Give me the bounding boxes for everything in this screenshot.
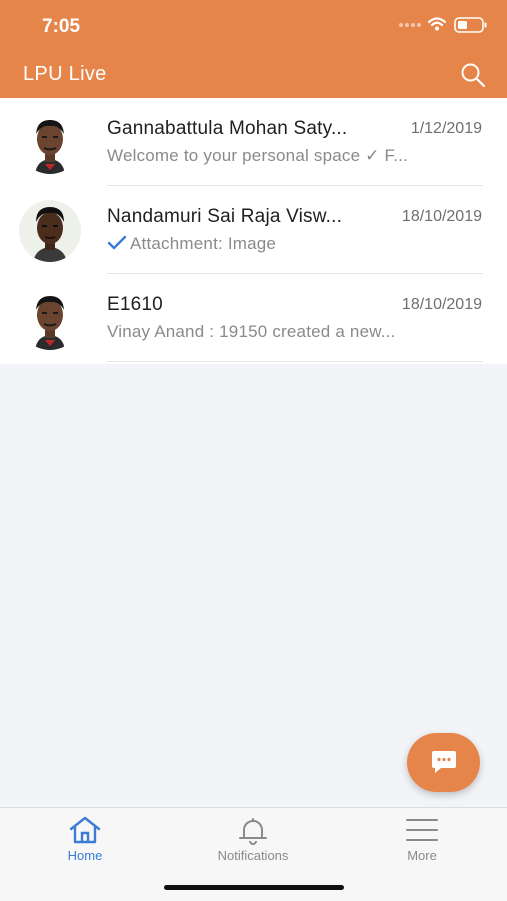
battery-icon (454, 17, 487, 33)
chat-bubble-icon (432, 751, 456, 773)
app-title: LPU Live (23, 63, 107, 85)
chat-name: E1610 (107, 294, 163, 315)
bell-icon (239, 818, 267, 845)
chat-list-item[interactable]: E1610 18/10/2019 Vinay Anand : 19150 cre… (0, 274, 507, 362)
home-indicator (164, 885, 344, 890)
read-check-icon (107, 235, 127, 250)
avatar (19, 112, 81, 174)
avatar (19, 288, 81, 350)
tab-notifications[interactable]: Notifications (193, 808, 313, 878)
signal-icon (399, 23, 421, 27)
chat-list: Gannabattula Mohan Saty... 1/12/2019 Wel… (0, 98, 507, 364)
wifi-icon (428, 17, 446, 31)
chat-list-item[interactable]: Nandamuri Sai Raja Visw... 18/10/2019 At… (0, 186, 507, 274)
chat-list-item[interactable]: Gannabattula Mohan Saty... 1/12/2019 Wel… (0, 98, 507, 186)
tab-home[interactable]: Home (25, 808, 145, 878)
search-button[interactable] (458, 60, 488, 90)
chat-preview: Welcome to your personal space ✓ F... (107, 146, 409, 165)
chat-name: Gannabattula Mohan Saty... (107, 118, 348, 139)
search-icon (461, 63, 486, 88)
tab-label: Notifications (217, 848, 289, 863)
row-divider (107, 361, 483, 362)
home-icon (69, 816, 101, 844)
menu-icon (406, 819, 438, 841)
chat-name: Nandamuri Sai Raja Visw... (107, 206, 343, 227)
chat-preview: Attachment: Image (130, 234, 277, 253)
tab-more[interactable]: More (362, 808, 482, 878)
status-time: 7:05 (42, 16, 81, 37)
app-header: 7:05 LPU Live (0, 0, 507, 98)
chat-preview: Vinay Anand : 19150 created a new... (107, 322, 396, 341)
tab-label: More (407, 848, 437, 863)
new-chat-button[interactable] (407, 733, 480, 792)
tab-label: Home (67, 848, 103, 863)
chat-date: 1/12/2019 (410, 120, 482, 137)
chat-date: 18/10/2019 (401, 208, 482, 225)
avatar (19, 200, 81, 262)
chat-date: 18/10/2019 (401, 296, 482, 313)
chat-preview-container: Attachment: Image (107, 234, 276, 254)
